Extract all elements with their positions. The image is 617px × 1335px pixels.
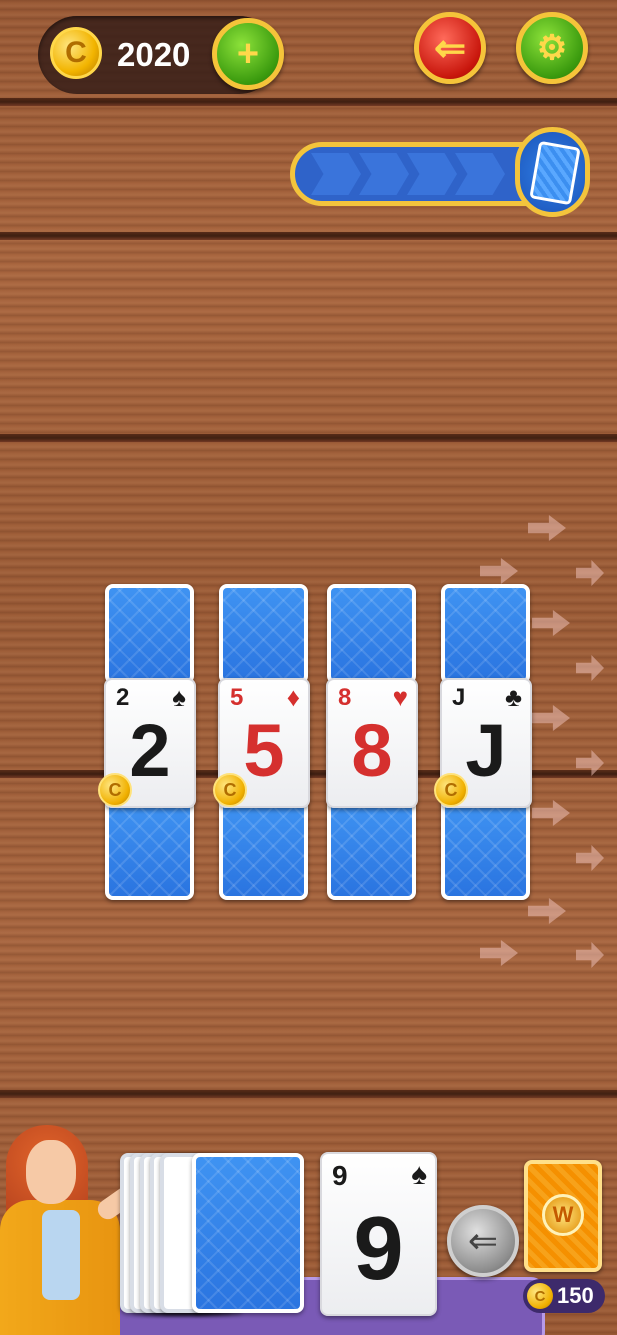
face-down-card (105, 584, 194, 684)
arrow-icon (528, 515, 566, 541)
arrow-icon (480, 558, 518, 584)
character-avatar (26, 1140, 76, 1204)
waste-card-9-spades: 9 ♠ 9 (320, 1152, 437, 1316)
settings-button[interactable]: ⚙ (516, 12, 588, 84)
arrow-icon (576, 845, 604, 871)
back-button[interactable]: ⇐ (414, 12, 486, 84)
face-down-card (219, 798, 308, 900)
character-shirt (42, 1210, 80, 1300)
coin-icon: C (213, 773, 247, 807)
face-down-card (219, 584, 308, 684)
tableau-card-8-hearts[interactable]: 8 ♥ 8 (326, 678, 418, 808)
arrow-icon (576, 655, 604, 681)
plank-seam (0, 434, 617, 442)
arrow-icon (480, 940, 518, 966)
progress-chevron (311, 153, 361, 195)
coin-icon: C (50, 27, 102, 79)
face-down-card (105, 798, 194, 900)
arrow-icon (532, 705, 570, 731)
coin-icon: C (434, 773, 468, 807)
card-rank: 9 (332, 1160, 348, 1191)
arrow-icon (528, 898, 566, 924)
wild-card-button[interactable]: W (524, 1160, 602, 1272)
add-coins-button[interactable]: + (212, 18, 284, 90)
face-down-card (441, 798, 530, 900)
face-down-card (327, 584, 416, 684)
coin-icon: C (527, 1283, 553, 1309)
wild-price: 150 (557, 1283, 594, 1308)
plank-seam (0, 1090, 617, 1098)
progress-chevron (407, 153, 457, 195)
plank-seam (0, 98, 617, 106)
wild-price-badge: C 150 (523, 1279, 605, 1313)
face-down-card (441, 584, 530, 684)
arrow-icon (532, 610, 570, 636)
face-down-card (327, 798, 416, 900)
coin-count: 2020 (117, 36, 191, 73)
arrow-icon (532, 800, 570, 826)
plank-seam (0, 232, 617, 240)
coin-icon: C (98, 773, 132, 807)
arrow-icon (576, 560, 604, 586)
wild-icon: W (542, 1194, 584, 1236)
card-rank-large: 9 (353, 1199, 404, 1299)
progress-chevron (359, 153, 409, 195)
progress-chevron (455, 153, 505, 195)
undo-button[interactable]: ⇐ (447, 1205, 519, 1277)
spade-icon: ♠ (411, 1158, 427, 1191)
progress-reward-card-icon (515, 127, 590, 217)
arrow-icon (576, 942, 604, 968)
stock-pile[interactable] (192, 1153, 304, 1313)
card-rank-large: 8 (351, 709, 393, 792)
